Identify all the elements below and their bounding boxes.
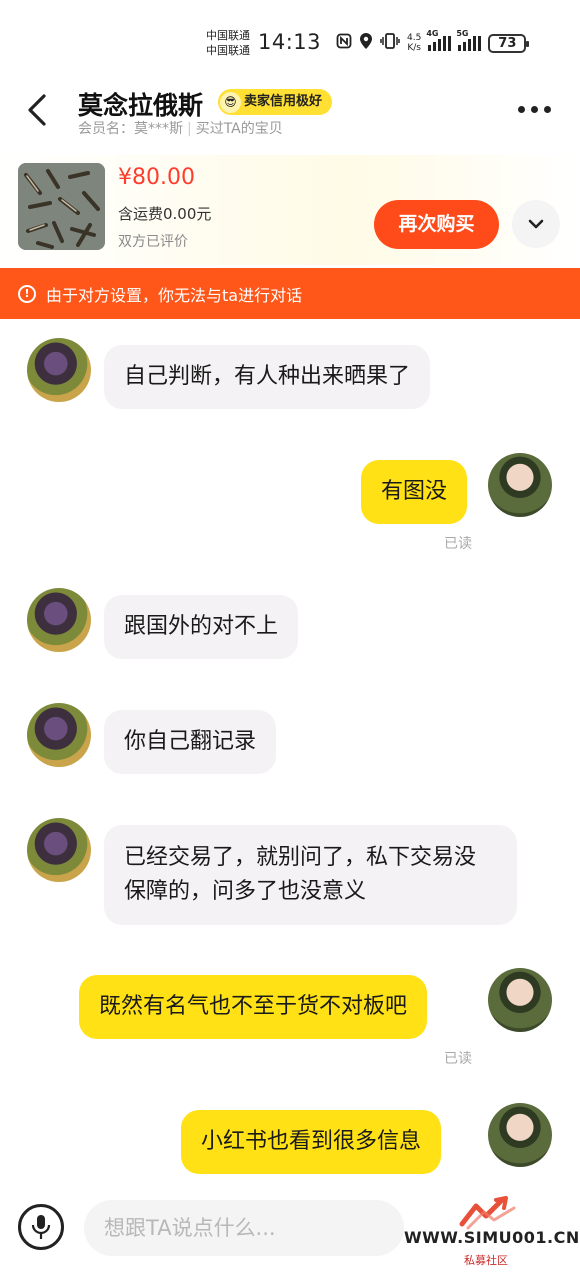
expand-product-button[interactable] — [512, 200, 560, 248]
message-bubble-incoming[interactable]: 跟国外的对不上 — [104, 595, 299, 659]
member-info: 会员名：莫***斯 | 买过TA的宝贝 — [78, 118, 283, 138]
read-receipt: 已读 — [444, 536, 472, 552]
carrier-1: 中国联通 — [206, 29, 250, 42]
warning-icon: ! — [18, 284, 36, 303]
nfc-icon — [336, 33, 352, 53]
watermark-logo-icon — [459, 1196, 516, 1230]
carrier-2: 中国联通 — [206, 44, 250, 57]
seller-avatar[interactable] — [27, 703, 91, 767]
carrier-names: 中国联通 中国联通 — [206, 28, 250, 58]
cool-face-icon: 😎 — [220, 92, 241, 113]
seller-avatar[interactable] — [27, 588, 91, 652]
message-bubble-outgoing[interactable]: 有图没 — [361, 460, 468, 524]
message-bubble-incoming[interactable]: 你自己翻记录 — [104, 710, 277, 774]
credit-badge-label: 卖家信用极好 — [244, 94, 323, 109]
message-bubble-outgoing[interactable]: 既然有名气也不至于货不对板吧 — [79, 975, 428, 1039]
more-options-button[interactable] — [518, 102, 558, 116]
watermark-site: WWW.SIMU001.CN — [404, 1228, 580, 1247]
watermark: WWW.SIMU001.CN 私募社区 — [400, 1190, 580, 1276]
back-button[interactable] — [24, 92, 54, 128]
status-bar: 中国联通 中国联通 14:13 4.5 K/s 4G 5G 73 — [0, 0, 580, 80]
member-name: 会员名：莫***斯 — [78, 121, 183, 137]
credit-badge[interactable]: 😎 卖家信用极好 — [218, 89, 333, 115]
voice-input-button[interactable] — [18, 1204, 64, 1250]
net-speed: 4.5 K/s — [407, 33, 422, 53]
battery-indicator: 73 — [488, 33, 530, 53]
signal-4g-icon: 4G — [426, 29, 452, 51]
divider: | — [187, 121, 192, 137]
buy-again-button[interactable]: 再次购买 — [374, 200, 499, 249]
review-status: 双方已评价 — [118, 234, 188, 250]
bought-items-link[interactable]: 买过TA的宝贝 — [196, 121, 283, 137]
more-dots-icon — [518, 105, 525, 113]
my-avatar[interactable] — [488, 453, 552, 517]
message-bubble-outgoing[interactable]: 小红书也看到很多信息 — [181, 1110, 442, 1174]
input-bar: WWW.SIMU001.CN 私募社区 — [0, 1190, 580, 1276]
message-bubble-incoming[interactable]: 自己判断，有人种出来晒果了 — [104, 345, 431, 409]
chevron-left-icon — [28, 94, 46, 126]
product-card[interactable]: ¥80.00 含运费0.00元 双方已评价 再次购买 — [0, 155, 580, 265]
read-receipt: 已读 — [444, 1051, 472, 1067]
seller-avatar[interactable] — [27, 338, 91, 402]
vibrate-icon — [380, 33, 400, 53]
chat-header: 莫念拉俄斯 😎 卖家信用极好 会员名：莫***斯 | 买过TA的宝贝 — [0, 80, 580, 150]
shipping-fee: 含运费0.00元 — [118, 205, 212, 223]
clock: 14:13 — [258, 30, 322, 54]
location-icon — [359, 32, 373, 54]
microphone-icon — [31, 1215, 51, 1239]
product-price: ¥80.00 — [118, 165, 195, 190]
my-avatar[interactable] — [488, 968, 552, 1032]
watermark-subtitle: 私募社区 — [464, 1254, 508, 1267]
product-thumbnail[interactable] — [18, 163, 105, 250]
seller-name[interactable]: 莫念拉俄斯 — [78, 86, 203, 122]
chevron-down-icon — [528, 219, 544, 229]
seller-avatar[interactable] — [27, 818, 91, 882]
message-bubble-incoming[interactable]: 已经交易了，就别问了，私下交易没保障的，问多了也没意义 — [104, 825, 517, 925]
chat-restriction-notice: ! 由于对方设置，你无法与ta进行对话 — [0, 268, 580, 319]
message-input[interactable] — [84, 1200, 404, 1256]
my-avatar[interactable] — [488, 1103, 552, 1167]
notice-text: 由于对方设置，你无法与ta进行对话 — [46, 285, 303, 305]
signal-5g-icon: 5G — [456, 29, 482, 51]
status-icons: 4.5 K/s 4G 5G 73 — [336, 29, 530, 56]
